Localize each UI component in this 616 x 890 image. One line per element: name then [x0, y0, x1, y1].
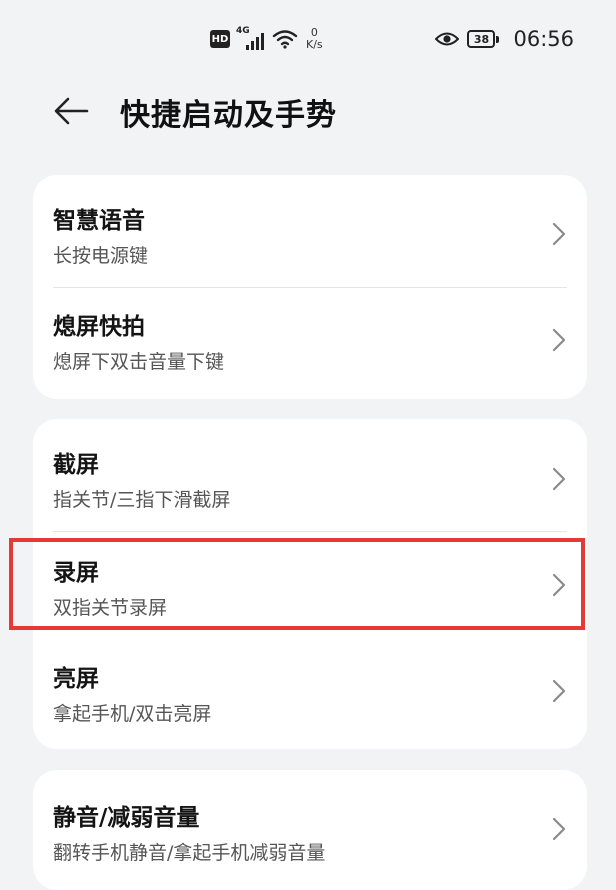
signal-bars — [246, 33, 264, 50]
battery-icon: 38 — [467, 30, 500, 48]
setting-item-wake-screen[interactable]: 亮屏 拿起手机/双击亮屏 — [33, 637, 587, 749]
back-arrow-icon — [54, 97, 89, 125]
setting-item-subtitle: 长按电源键 — [53, 245, 149, 267]
network-speed: 0 K/s — [306, 27, 323, 51]
setting-item-voice-assistant[interactable]: 智慧语音 长按电源键 — [33, 175, 587, 287]
setting-item-title: 静音/减弱音量 — [53, 805, 200, 831]
back-button[interactable] — [46, 88, 96, 134]
battery-level: 38 — [473, 32, 490, 46]
chevron-right-icon — [552, 222, 566, 246]
chevron-right-icon — [552, 328, 566, 352]
setting-item-subtitle: 指关节/三指下滑截屏 — [53, 489, 231, 511]
chevron-right-icon — [552, 467, 566, 491]
setting-item-title: 录屏 — [53, 560, 99, 586]
status-left: HD 4G 0 K/s — [210, 22, 323, 56]
wifi-icon — [272, 30, 298, 49]
settings-card-3: 静音/减弱音量 翻转手机静音/拿起手机减弱音量 — [33, 770, 587, 890]
chevron-right-icon — [552, 573, 566, 597]
setting-item-quick-snap[interactable]: 熄屏快拍 熄屏下双击音量下键 — [33, 287, 587, 399]
setting-item-screen-record[interactable]: 录屏 双指关节录屏 — [33, 531, 587, 637]
setting-item-title: 亮屏 — [53, 666, 99, 692]
settings-card-2: 截屏 指关节/三指下滑截屏 录屏 双指关节录屏 亮屏 拿起手机/双击亮屏 — [33, 419, 587, 749]
chevron-right-icon — [552, 679, 566, 703]
eye-icon — [435, 32, 460, 46]
setting-item-subtitle: 双指关节录屏 — [53, 597, 168, 619]
setting-item-title: 截屏 — [53, 452, 99, 478]
network-speed-unit: K/s — [306, 38, 323, 51]
setting-item-title: 熄屏快拍 — [53, 314, 145, 340]
settings-card-1: 智慧语音 长按电源键 熄屏快拍 熄屏下双击音量下键 — [33, 175, 587, 399]
status-bar: HD 4G 0 K/s 38 06:56 — [0, 0, 616, 76]
hd-badge: HD — [210, 30, 230, 48]
setting-item-subtitle: 熄屏下双击音量下键 — [53, 351, 225, 373]
page-header: 快捷启动及手势 — [0, 76, 616, 146]
setting-item-screenshot[interactable]: 截屏 指关节/三指下滑截屏 — [33, 419, 587, 531]
clock: 06:56 — [513, 27, 574, 51]
setting-item-subtitle: 翻转手机静音/拿起手机减弱音量 — [53, 842, 326, 864]
chevron-right-icon — [552, 817, 566, 841]
page-title: 快捷启动及手势 — [120, 98, 337, 133]
setting-item-subtitle: 拿起手机/双击亮屏 — [53, 703, 212, 725]
setting-item-title: 智慧语音 — [53, 208, 145, 234]
cellular-signal-icon: 4G — [236, 26, 266, 52]
status-right: 38 06:56 — [435, 22, 574, 56]
setting-item-mute-reduce-volume[interactable]: 静音/减弱音量 翻转手机静音/拿起手机减弱音量 — [33, 770, 587, 882]
